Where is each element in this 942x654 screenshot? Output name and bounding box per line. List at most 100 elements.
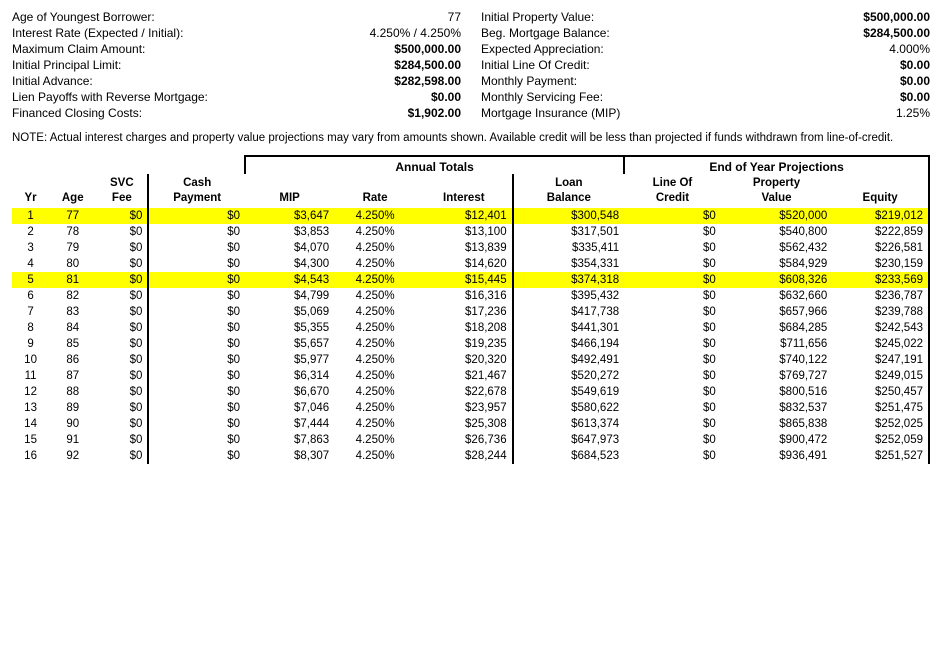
table-row: 682$0$0$4,7994.250%$16,316$395,432$0$632… <box>12 288 929 304</box>
table-cell: $251,527 <box>832 448 929 464</box>
table-cell: $28,244 <box>416 448 513 464</box>
table-cell: $0 <box>148 400 245 416</box>
table-cell: $0 <box>148 304 245 320</box>
table-cell: 2 <box>12 224 49 240</box>
table-cell: $7,444 <box>245 416 334 432</box>
table-cell: 1 <box>12 208 49 224</box>
table-cell: $4,543 <box>245 272 334 288</box>
table-cell: 4.250% <box>334 224 416 240</box>
table-cell: $15,445 <box>416 272 513 288</box>
table-cell: $0 <box>624 320 721 336</box>
table-cell: $252,059 <box>832 432 929 448</box>
table-cell: $613,374 <box>513 416 625 432</box>
table-cell: $13,839 <box>416 240 513 256</box>
table-cell: $608,326 <box>721 272 833 288</box>
th-age: Age <box>49 174 96 208</box>
table-cell: 87 <box>49 368 96 384</box>
table-cell: 15 <box>12 432 49 448</box>
table-cell: $21,467 <box>416 368 513 384</box>
table-cell: 8 <box>12 320 49 336</box>
table-cell: $5,657 <box>245 336 334 352</box>
table-row: 1591$0$0$7,8634.250%$26,736$647,973$0$90… <box>12 432 929 448</box>
table-cell: $26,736 <box>416 432 513 448</box>
table-cell: $0 <box>96 384 148 400</box>
summary-row: Initial Property Value:$500,000.00 <box>481 10 930 24</box>
table-cell: 4.250% <box>334 368 416 384</box>
table-cell: $252,025 <box>832 416 929 432</box>
table-cell: 4.250% <box>334 384 416 400</box>
summary-row: Expected Appreciation:4.000% <box>481 42 930 56</box>
table-cell: 4.250% <box>334 304 416 320</box>
table-cell: $236,787 <box>832 288 929 304</box>
table-row: 379$0$0$4,0704.250%$13,839$335,411$0$562… <box>12 240 929 256</box>
table-cell: 16 <box>12 448 49 464</box>
summary-label: Initial Property Value: <box>481 10 594 24</box>
table-cell: 91 <box>49 432 96 448</box>
th-svc: SVCFee <box>96 174 148 208</box>
summary-label: Beg. Mortgage Balance: <box>481 26 610 40</box>
summary-value: 1.25% <box>896 106 930 120</box>
th-mip: MIP <box>245 174 334 208</box>
table-cell: $0 <box>148 272 245 288</box>
table-cell: 78 <box>49 224 96 240</box>
table-cell: $242,543 <box>832 320 929 336</box>
table-cell: $740,122 <box>721 352 833 368</box>
summary-value: $284,500.00 <box>863 26 930 40</box>
table-row: 783$0$0$5,0694.250%$17,236$417,738$0$657… <box>12 304 929 320</box>
table-cell: $8,307 <box>245 448 334 464</box>
summary-row: Maximum Claim Amount:$500,000.00 <box>12 42 461 56</box>
th-loc: Line OfCredit <box>624 174 721 208</box>
table-cell: 6 <box>12 288 49 304</box>
summary-label: Interest Rate (Expected / Initial): <box>12 26 183 40</box>
table-cell: $0 <box>624 352 721 368</box>
table-cell: $19,235 <box>416 336 513 352</box>
table-cell: $632,660 <box>721 288 833 304</box>
table-cell: $317,501 <box>513 224 625 240</box>
table-cell: $0 <box>148 320 245 336</box>
table-cell: 4.250% <box>334 288 416 304</box>
table-cell: $222,859 <box>832 224 929 240</box>
table-cell: 4.250% <box>334 416 416 432</box>
table-cell: 10 <box>12 352 49 368</box>
table-cell: $520,000 <box>721 208 833 224</box>
table-cell: $16,316 <box>416 288 513 304</box>
table-cell: $0 <box>148 224 245 240</box>
table-cell: $0 <box>96 304 148 320</box>
header-group-row: Annual Totals End of Year Projections <box>12 156 929 174</box>
table-body: 177$0$0$3,6474.250%$12,401$300,548$0$520… <box>12 208 929 464</box>
table-cell: $3,647 <box>245 208 334 224</box>
summary-row: Financed Closing Costs:$1,902.00 <box>12 106 461 120</box>
table-cell: 82 <box>49 288 96 304</box>
table-cell: 3 <box>12 240 49 256</box>
table-cell: $3,853 <box>245 224 334 240</box>
annual-totals-header: Annual Totals <box>245 156 624 174</box>
table-cell: $18,208 <box>416 320 513 336</box>
table-cell: $4,300 <box>245 256 334 272</box>
table-cell: $769,727 <box>721 368 833 384</box>
table-cell: $226,581 <box>832 240 929 256</box>
summary-value: $0.00 <box>900 74 930 88</box>
table-cell: $5,355 <box>245 320 334 336</box>
table-row: 1692$0$0$8,3074.250%$28,244$684,523$0$93… <box>12 448 929 464</box>
table-cell: 77 <box>49 208 96 224</box>
table-cell: $0 <box>624 384 721 400</box>
summary-value: 77 <box>448 10 461 24</box>
table-cell: 9 <box>12 336 49 352</box>
table-cell: $0 <box>96 208 148 224</box>
summary-row: Monthly Payment:$0.00 <box>481 74 930 88</box>
table-cell: 4.250% <box>334 320 416 336</box>
table-cell: $230,159 <box>832 256 929 272</box>
table-cell: $0 <box>148 384 245 400</box>
table-cell: $233,569 <box>832 272 929 288</box>
table-cell: $7,863 <box>245 432 334 448</box>
table-cell: 85 <box>49 336 96 352</box>
summary-value: $0.00 <box>900 58 930 72</box>
table-cell: $0 <box>624 448 721 464</box>
table-cell: $0 <box>96 320 148 336</box>
table-cell: $711,656 <box>721 336 833 352</box>
table-cell: $395,432 <box>513 288 625 304</box>
summary-value: $0.00 <box>431 90 461 104</box>
summary-row: Monthly Servicing Fee:$0.00 <box>481 90 930 104</box>
table-cell: $4,070 <box>245 240 334 256</box>
summary-label: Maximum Claim Amount: <box>12 42 145 56</box>
